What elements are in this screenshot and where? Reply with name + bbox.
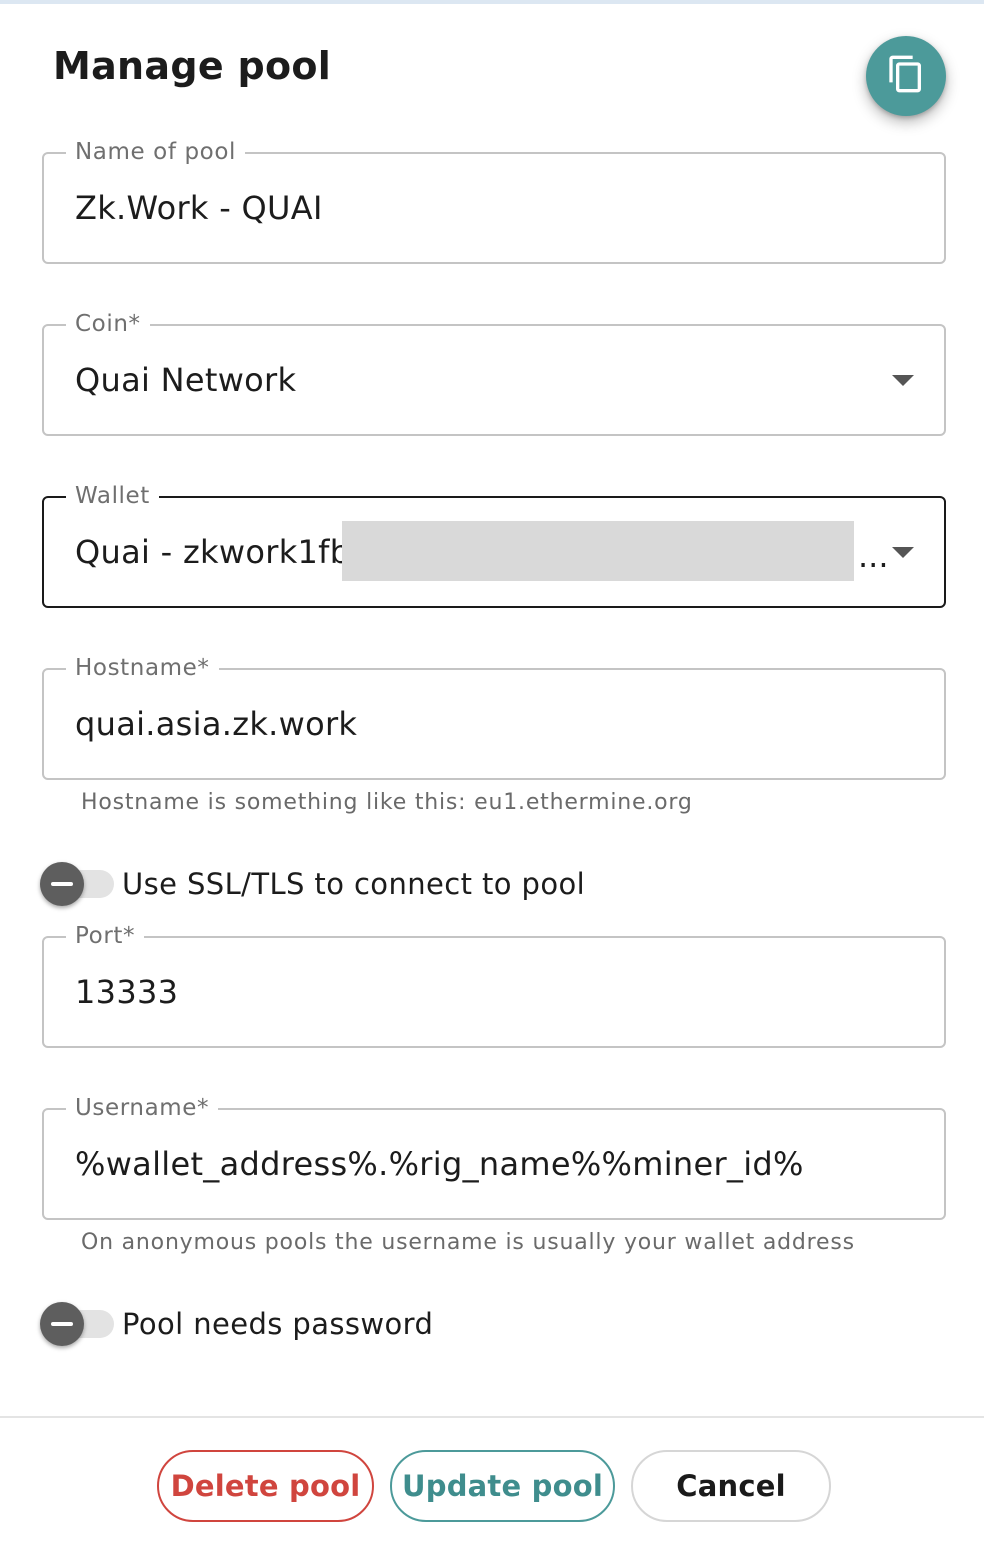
wallet-select[interactable]: Wallet Quai - zkwork1fb4 ...: [42, 481, 946, 608]
username-helper-text: On anonymous pools the username is usual…: [81, 1230, 855, 1255]
port-value[interactable]: 13333: [75, 938, 178, 1046]
toggle-thumb: [40, 1302, 84, 1346]
cancel-button[interactable]: Cancel: [631, 1450, 831, 1522]
chevron-down-icon[interactable]: [892, 375, 914, 386]
update-pool-button[interactable]: Update pool: [390, 1450, 615, 1522]
pool-name-field[interactable]: Name of pool Zk.Work - QUAI: [42, 137, 946, 264]
pool-name-value[interactable]: Zk.Work - QUAI: [75, 154, 323, 262]
coin-value[interactable]: Quai Network: [75, 326, 296, 434]
password-toggle[interactable]: [40, 1302, 116, 1346]
username-field[interactable]: Username* %wallet_address%.%rig_name%%mi…: [42, 1093, 946, 1220]
redacted-wallet-address: [342, 521, 854, 581]
hostname-helper-text: Hostname is something like this: eu1.eth…: [81, 790, 693, 815]
minus-icon: [51, 1322, 73, 1326]
hostname-value[interactable]: quai.asia.zk.work: [75, 670, 357, 778]
ssl-toggle-label[interactable]: Use SSL/TLS to connect to pool: [122, 867, 585, 901]
hostname-field[interactable]: Hostname* quai.asia.zk.work: [42, 653, 946, 780]
manage-pool-dialog: Manage pool Name of pool Zk.Work - QUAI …: [0, 0, 984, 1544]
copy-button[interactable]: [866, 36, 946, 116]
password-toggle-row: Pool needs password: [40, 1302, 433, 1346]
wallet-value[interactable]: Quai - zkwork1fb4: [75, 498, 371, 606]
minus-icon: [51, 882, 73, 886]
wallet-ellipsis: ...: [858, 537, 889, 575]
password-toggle-label[interactable]: Pool needs password: [122, 1307, 433, 1341]
coin-select[interactable]: Coin* Quai Network: [42, 309, 946, 436]
username-value[interactable]: %wallet_address%.%rig_name%%miner_id%: [75, 1110, 804, 1218]
port-field[interactable]: Port* 13333: [42, 921, 946, 1048]
page-title: Manage pool: [53, 44, 332, 88]
footer-divider: [0, 1416, 984, 1418]
ssl-toggle-row: Use SSL/TLS to connect to pool: [40, 862, 585, 906]
ssl-toggle[interactable]: [40, 862, 116, 906]
delete-pool-button[interactable]: Delete pool: [157, 1450, 374, 1522]
toggle-thumb: [40, 862, 84, 906]
copy-icon: [886, 54, 926, 98]
chevron-down-icon[interactable]: [892, 547, 914, 558]
